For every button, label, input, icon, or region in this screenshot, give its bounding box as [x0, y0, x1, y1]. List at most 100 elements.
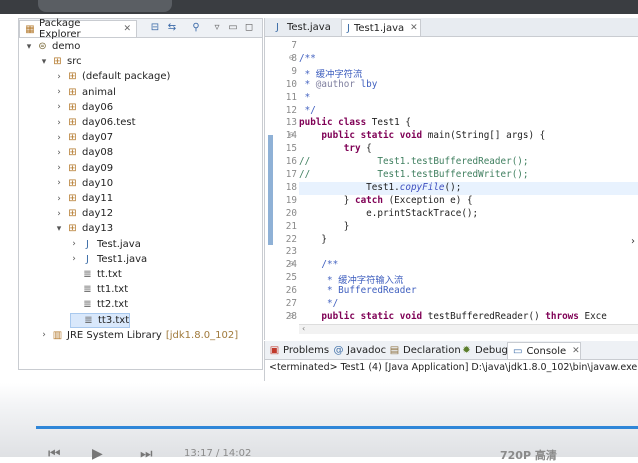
collapsed-chevron-icon[interactable]: › [55, 102, 63, 112]
text-file-icon: ≣ [84, 314, 93, 326]
maximize-icon[interactable]: ◻ [243, 22, 255, 33]
fold-toggle-icon[interactable]: ⊖ [289, 53, 294, 62]
code-line[interactable]: 16// Test1.testBufferedReader(); [265, 156, 638, 169]
code-line[interactable]: 15 try { [265, 143, 638, 156]
collapsed-chevron-icon[interactable]: › [55, 72, 63, 82]
tree-item[interactable]: ▾ ⊜ demo [25, 39, 81, 54]
code-line[interactable]: 20 e.printStackTrace(); [265, 208, 638, 221]
tab-console[interactable]: ▭ Console ✕ [507, 342, 581, 359]
tree-item-label: tt3.txt [98, 314, 130, 326]
tree-item[interactable]: › ⊞ day11 [55, 191, 113, 206]
collapsed-chevron-icon[interactable]: › [55, 209, 63, 219]
collapsed-chevron-icon[interactable]: › [55, 148, 63, 158]
tab-test-java[interactable]: J Test.java [267, 19, 336, 35]
code-line[interactable]: 13 public class Test1 { [265, 117, 638, 130]
tree-item[interactable]: › ⊞ (default package) [55, 69, 170, 84]
collapse-all-icon[interactable]: ⊟ [149, 22, 161, 33]
tab-problems[interactable]: ▣ Problems [269, 343, 329, 358]
code-line[interactable]: 26 * BufferedReader [265, 285, 638, 298]
expanded-chevron-icon[interactable]: ▾ [55, 224, 63, 234]
tree-item[interactable]: ≣ tt3.txt [70, 312, 131, 328]
code-line[interactable]: 25 * 缓冲字符输入流 [265, 272, 638, 286]
code-line[interactable]: 24 ⊖ /** [265, 259, 638, 272]
collapsed-chevron-icon[interactable]: › [55, 194, 63, 204]
collapsed-chevron-icon[interactable]: › [55, 87, 63, 97]
quality-selector[interactable]: 720P 高清 [500, 447, 557, 463]
debug-icon: ✹ [462, 345, 471, 356]
minimize-icon[interactable]: ▭ [227, 22, 239, 33]
code-line[interactable]: 17// Test1.testBufferedWriter(); [265, 169, 638, 182]
fold-toggle-icon[interactable]: ⊖ [289, 130, 294, 139]
console-output: <terminated> Test1 (4) [Java Application… [269, 362, 638, 373]
tree-item[interactable]: › ⊞ animal [55, 85, 116, 100]
package-icon: ⊞ [68, 147, 77, 159]
tree-item[interactable]: ▾ ⊞ src [40, 54, 82, 69]
collapsed-chevron-icon[interactable]: › [55, 133, 63, 143]
java-file-icon: J [276, 21, 279, 33]
collapsed-chevron-icon[interactable]: › [55, 118, 63, 128]
play-icon[interactable]: ▶ [92, 446, 103, 462]
previous-icon[interactable]: ⏮ [48, 446, 61, 462]
code-line[interactable]: 18 Test1.copyFile(); [265, 182, 638, 195]
text-file-icon: ≣ [83, 269, 92, 280]
code-line[interactable]: 8 ⊖/** [265, 53, 638, 66]
tree-item-label: day06.test [82, 117, 136, 128]
code-line[interactable]: 14 ⊖ public static void main(String[] arg… [265, 130, 638, 143]
scroll-left-icon[interactable]: ‹ [302, 324, 305, 333]
tree-item-label: day13 [82, 223, 114, 235]
tab-package-explorer[interactable]: ▦ Package Explorer ✕ [19, 18, 137, 40]
tree-item[interactable]: › ⊞ day07 [55, 130, 113, 145]
tab-declaration[interactable]: ▤ Declaration [389, 343, 461, 358]
code-line[interactable]: 22 } [265, 234, 638, 247]
code-line[interactable]: 10 * @author lby [265, 79, 638, 92]
fold-toggle-icon[interactable]: ⊖ [289, 259, 294, 268]
expanded-chevron-icon[interactable]: ▾ [40, 57, 48, 67]
collapsed-chevron-icon[interactable]: › [55, 178, 63, 188]
tree-item[interactable]: › J Test.java [70, 237, 141, 252]
code-text: * 缓冲字符流 [299, 66, 363, 80]
line-number: 17 [285, 169, 297, 180]
code-line[interactable]: 7 [265, 40, 638, 53]
tree-item-label: tt.txt [97, 269, 122, 280]
close-icon[interactable]: ✕ [410, 23, 418, 33]
tree-item[interactable]: › J Test1.java [70, 252, 147, 267]
focus-icon[interactable]: ⚲ [190, 22, 202, 33]
code-line[interactable]: 9 * 缓冲字符流 [265, 66, 638, 80]
fold-toggle-icon[interactable]: ⊖ [289, 311, 294, 320]
tree-item[interactable]: › ⊞ day06.test [55, 115, 136, 130]
mouse-cursor-icon: › [631, 236, 635, 247]
tab-debug[interactable]: ✹ Debug [461, 343, 508, 358]
code-line[interactable]: 21 } [265, 221, 638, 234]
horizontal-scrollbar[interactable]: ‹ [299, 324, 638, 334]
link-with-editor-icon[interactable]: ⇆ [166, 22, 178, 33]
tree-item[interactable]: ≣ tt2.txt [70, 297, 128, 312]
tree-item[interactable]: › ⊞ day12 [55, 206, 113, 221]
tab-javadoc[interactable]: @ Javadoc [333, 343, 387, 358]
tree-item[interactable]: › ⊞ day06 [55, 100, 113, 115]
close-icon[interactable]: ✕ [572, 346, 580, 356]
tab-label: Debug [475, 345, 508, 356]
tree-item[interactable]: ▾ ⊞ day13 [55, 221, 113, 236]
next-icon[interactable]: ⏭ [140, 446, 153, 462]
collapsed-chevron-icon[interactable]: › [55, 163, 63, 173]
tree-item[interactable]: ≣ tt.txt [70, 267, 122, 282]
tree-item[interactable]: › ▥ JRE System Library [jdk1.8.0_102] [40, 328, 238, 343]
tree-item[interactable]: › ⊞ day08 [55, 145, 113, 160]
code-line[interactable]: 12 */ [265, 105, 638, 118]
code-line[interactable]: 23 [265, 246, 638, 259]
tree-item[interactable]: › ⊞ day09 [55, 161, 113, 176]
code-line[interactable]: 11 * [265, 92, 638, 105]
close-icon[interactable]: ✕ [123, 24, 131, 34]
collapsed-chevron-icon[interactable]: › [70, 239, 78, 249]
collapsed-chevron-icon[interactable]: › [40, 330, 48, 340]
tree-item[interactable]: ≣ tt1.txt [70, 282, 128, 297]
expanded-chevron-icon[interactable]: ▾ [25, 42, 33, 52]
code-line[interactable]: 28 ⊖ public static void testBufferedReade… [265, 311, 638, 324]
code-line[interactable]: 27 */ [265, 298, 638, 311]
code-line[interactable]: 19 } catch (Exception e) { [265, 195, 638, 208]
view-menu-icon[interactable]: ▿ [211, 22, 223, 33]
collapsed-chevron-icon[interactable]: › [70, 254, 78, 264]
tab-test1-java[interactable]: J Test1.java ✕ [341, 19, 421, 36]
tree-item[interactable]: › ⊞ day10 [55, 176, 113, 191]
tree-item-label: (default package) [82, 71, 171, 83]
